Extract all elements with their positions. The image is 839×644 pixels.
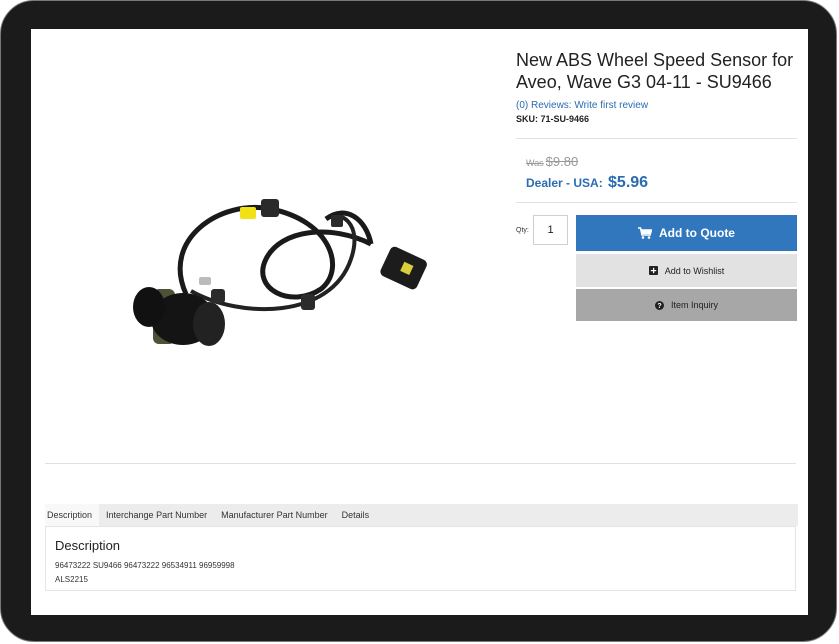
qty-input[interactable]: 1 [533, 215, 568, 245]
description-panel [45, 526, 796, 591]
dealer-label: Dealer - USA: [526, 176, 603, 190]
tab-details[interactable]: Details [335, 504, 377, 526]
product-title: New ABS Wheel Speed Sensor for Aveo, Wav… [516, 50, 794, 92]
description-text: ALS2215 [55, 575, 88, 584]
item-inquiry-label: Item Inquiry [670, 300, 719, 310]
sku: SKU: 71-SU-9466 [516, 114, 590, 124]
tablet-frame: New ABS Wheel Speed Sensor for Aveo, Wav… [0, 0, 837, 642]
dealer-price-value: $5.96 [608, 174, 649, 191]
divider [516, 202, 797, 203]
section-divider [45, 463, 796, 464]
add-to-quote-label: Add to Quote [659, 226, 735, 240]
tab-description[interactable]: Description [45, 504, 100, 526]
item-inquiry-button[interactable]: ? Item Inquiry [576, 289, 797, 321]
product-image [133, 199, 427, 346]
description-heading: Description [55, 538, 121, 553]
was-value: $9.80 [545, 154, 579, 169]
tab-manufacturer-part-number[interactable]: Manufacturer Part Number [214, 504, 335, 526]
tab-interchange-part-number[interactable]: Interchange Part Number [99, 504, 214, 526]
was-label: Was [526, 158, 544, 168]
plus-square-icon [648, 266, 658, 275]
svg-text:?: ? [657, 303, 661, 310]
qty-label: Qty: [516, 227, 529, 234]
description-text: 96473222 SU9466 96473222 96534911 969599… [55, 561, 235, 570]
product-tabs: Description Interchange Part Number Manu… [45, 504, 798, 526]
cart-icon [638, 227, 652, 239]
reviews-link[interactable]: (0) Reviews: Write first review [516, 100, 648, 111]
dealer-price: Dealer - USA: $5.96 [526, 174, 648, 192]
add-to-quote-button[interactable]: Add to Quote [576, 215, 797, 251]
was-price: Was $9.80 [526, 154, 578, 169]
divider [516, 138, 797, 139]
add-to-wishlist-button[interactable]: Add to Wishlist [576, 254, 797, 287]
screen: New ABS Wheel Speed Sensor for Aveo, Wav… [31, 29, 808, 615]
question-circle-icon: ? [654, 300, 664, 310]
add-to-wishlist-label: Add to Wishlist [664, 265, 725, 276]
